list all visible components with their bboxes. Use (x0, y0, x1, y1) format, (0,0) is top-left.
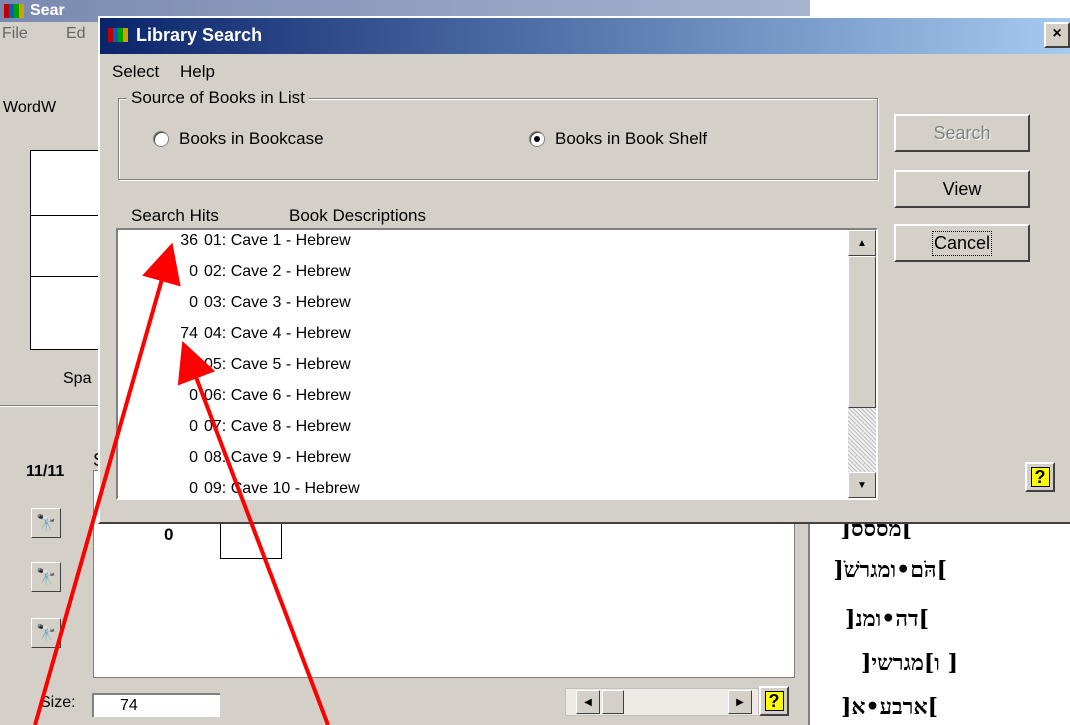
app-icon (108, 27, 128, 43)
radio-books-in-book-shelf[interactable]: Books in Book Shelf (529, 129, 707, 149)
source-groupbox: Source of Books in List Books in Bookcas… (118, 88, 878, 180)
radio-indicator (153, 131, 169, 147)
book-description: 09: Cave 10 - Hebrew (204, 480, 360, 497)
search-hits-value: 74 (180, 325, 198, 342)
horizontal-scrollbar[interactable]: ◀ ▶ (565, 688, 759, 716)
help-button-dialog[interactable]: ? (1025, 462, 1055, 492)
view-button[interactable]: View (894, 170, 1030, 208)
find-previous-button[interactable]: 🔭 (31, 562, 61, 592)
word-list-top[interactable] (30, 150, 100, 215)
search-hits-value: 0 (189, 294, 198, 311)
dialog-titlebar[interactable]: Library Search × (100, 18, 1070, 54)
search-hits-value: 0 (189, 480, 198, 497)
result-counter: 11/11 (26, 463, 65, 480)
dialog-title: Library Search (136, 25, 263, 45)
find-button[interactable]: 🔭 (31, 508, 61, 538)
col-header-book-descriptions: Book Descriptions (289, 206, 427, 225)
app-icon (4, 3, 24, 19)
book-description: 04: Cave 4 - Hebrew (204, 325, 351, 342)
hebrew-line-5: ]ארבע•א[ (841, 694, 938, 720)
search-hits-value: 0 (189, 356, 198, 373)
close-button[interactable]: × (1044, 22, 1070, 48)
menu-edit[interactable]: Ed (66, 25, 86, 43)
scroll-down-arrow-icon[interactable]: ▼ (848, 472, 876, 498)
find-next-button[interactable]: 🔭 (31, 618, 61, 648)
list-item[interactable]: 0 02: Cave 2 - Hebrew (118, 263, 848, 287)
list-item[interactable]: 0 03: Cave 3 - Hebrew (118, 294, 848, 318)
binoculars-back-icon: 🔭 (36, 569, 56, 586)
book-description: 08: Cave 9 - Hebrew (204, 449, 351, 466)
book-list[interactable]: 36 01: Cave 1 - Hebrew 0 02: Cave 2 - Hebre… (116, 228, 878, 500)
binoculars-icon: 🔭 (36, 515, 56, 532)
spa-label: Spa (63, 370, 92, 387)
list-item[interactable]: 74 04: Cave 4 - Hebrew (118, 325, 848, 349)
hebrew-line-2: ]הֹּם•ומגרשֹׁ[ (833, 557, 947, 583)
search-hits-value: 36 (180, 232, 198, 249)
binoculars-forward-icon: 🔭 (36, 625, 56, 642)
list-item[interactable]: 0 09: Cave 10 - Hebrew (118, 480, 848, 498)
search-hits-value: 0 (189, 387, 198, 404)
col-header-search-hits: Search Hits (131, 206, 219, 225)
book-description: 01: Cave 1 - Hebrew (204, 232, 351, 249)
word-list-selected[interactable] (30, 215, 100, 277)
scroll-up-arrow-icon[interactable]: ▲ (848, 230, 876, 256)
vertical-scrollbar[interactable]: ▲ ▼ (848, 230, 876, 498)
word-list-bottom[interactable] (30, 277, 100, 350)
view-button-label: View (942, 178, 982, 199)
scroll-thumb[interactable] (848, 256, 876, 408)
help-icon: ? (1030, 467, 1050, 487)
result-cell[interactable] (220, 523, 282, 559)
radio-indicator-selected (529, 131, 545, 147)
book-description: 07: Cave 8 - Hebrew (204, 418, 351, 435)
book-description: 05: Cave 5 - Hebrew (204, 356, 351, 373)
radio-label: Books in Book Shelf (555, 129, 708, 148)
book-description: 06: Cave 6 - Hebrew (204, 387, 351, 404)
list-item[interactable]: 0 06: Cave 6 - Hebrew (118, 387, 848, 411)
hebrew-line-4: [ ו]מגרשי[ (861, 650, 958, 676)
radio-books-in-bookcase[interactable]: Books in Bookcase (153, 129, 324, 149)
book-description: 02: Cave 2 - Hebrew (204, 263, 351, 280)
source-legend: Source of Books in List (127, 88, 309, 108)
search-window-title: Sear (30, 2, 65, 19)
size-field[interactable]: 74 (92, 693, 220, 717)
list-item[interactable]: 0 05: Cave 5 - Hebrew (118, 356, 848, 380)
search-hits-value: 0 (189, 418, 198, 435)
menu-help[interactable]: Help (180, 62, 215, 82)
list-item[interactable]: 0 07: Cave 8 - Hebrew (118, 418, 848, 442)
scroll-left-arrow-icon[interactable]: ◀ (576, 690, 600, 714)
scroll-thumb[interactable] (602, 690, 624, 714)
size-label: Size: (40, 694, 76, 711)
wordw-label: WordW (3, 99, 57, 116)
hebrew-text-panel: ]מססס[ ]הֹּם•ומגרשֹׁ[ ]דה•ומנ[ [ ו]מגרשי… (812, 516, 1070, 725)
search-hits-value: 0 (189, 263, 198, 280)
menu-file[interactable]: File (2, 25, 28, 43)
list-item[interactable]: 36 01: Cave 1 - Hebrew (118, 232, 848, 256)
search-button[interactable]: Search (894, 114, 1030, 152)
scroll-right-arrow-icon[interactable]: ▶ (728, 690, 752, 714)
hit-count: 0 (164, 525, 174, 544)
cancel-button-label: Cancel (931, 230, 993, 256)
help-button-bottom[interactable]: ? (759, 686, 789, 716)
search-button-label: Search (933, 122, 991, 143)
scroll-track[interactable] (848, 408, 876, 472)
list-item[interactable]: 0 08: Cave 9 - Hebrew (118, 449, 848, 473)
cancel-button[interactable]: Cancel (894, 224, 1030, 262)
book-description: 03: Cave 3 - Hebrew (204, 294, 351, 311)
hebrew-line-3: ]דה•ומנ[ (845, 606, 929, 632)
menu-select[interactable]: Select (112, 62, 159, 82)
search-hits-value: 0 (189, 449, 198, 466)
help-icon: ? (764, 691, 784, 711)
close-icon: × (1052, 25, 1062, 42)
radio-label: Books in Bookcase (179, 129, 324, 148)
